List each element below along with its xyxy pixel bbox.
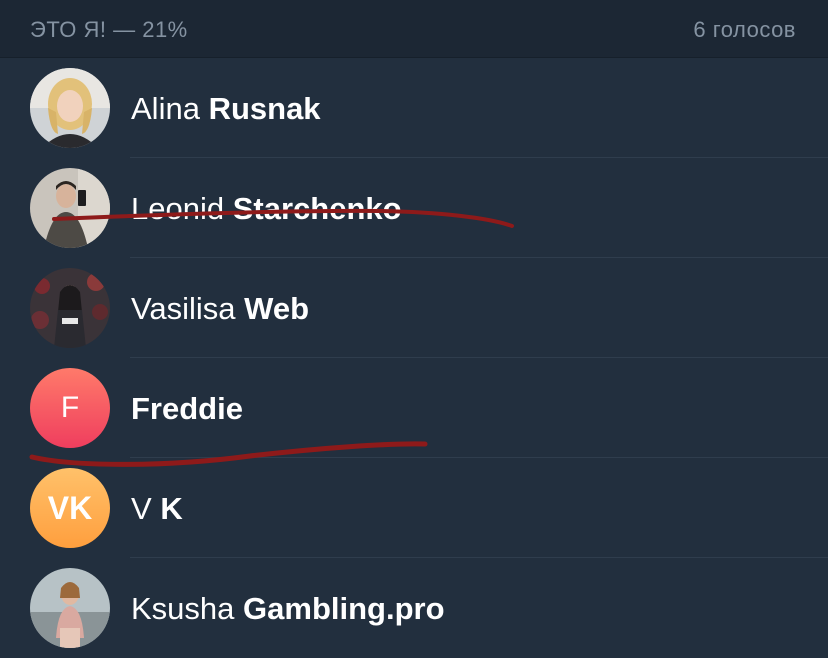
voter-row[interactable]: Leonid Starchenko (0, 158, 828, 258)
avatar: F (30, 368, 110, 448)
voter-row[interactable]: Ksusha Gambling.pro (0, 558, 828, 658)
voter-row[interactable]: F Freddie (0, 358, 828, 458)
voter-name: Alina Rusnak (131, 91, 321, 126)
voter-row[interactable]: Vasilisa Web (0, 258, 828, 358)
user-photo-icon (30, 168, 110, 248)
voter-list: Alina Rusnak Leonid Starchenko Vasilisa … (0, 58, 828, 658)
poll-option-title: ЭТО Я! — 21% (30, 17, 188, 42)
vote-count: 6 голосов (693, 17, 796, 42)
voter-row[interactable]: Alina Rusnak (0, 58, 828, 158)
avatar (30, 68, 110, 148)
user-photo-icon (30, 268, 110, 348)
user-photo-icon (30, 568, 110, 648)
user-photo-icon (30, 68, 110, 148)
poll-option-header: ЭТО Я! — 21% 6 голосов (0, 0, 828, 58)
voter-name: Leonid Starchenko (131, 191, 402, 226)
voter-row[interactable]: VK V K (0, 458, 828, 558)
avatar (30, 168, 110, 248)
voter-name: Vasilisa Web (131, 291, 310, 326)
voter-name: Ksusha Gambling.pro (131, 591, 445, 626)
avatar (30, 568, 110, 648)
avatar: VK (30, 468, 110, 548)
voter-name: Freddie (131, 391, 243, 426)
voter-name: V K (131, 491, 183, 526)
avatar (30, 268, 110, 348)
